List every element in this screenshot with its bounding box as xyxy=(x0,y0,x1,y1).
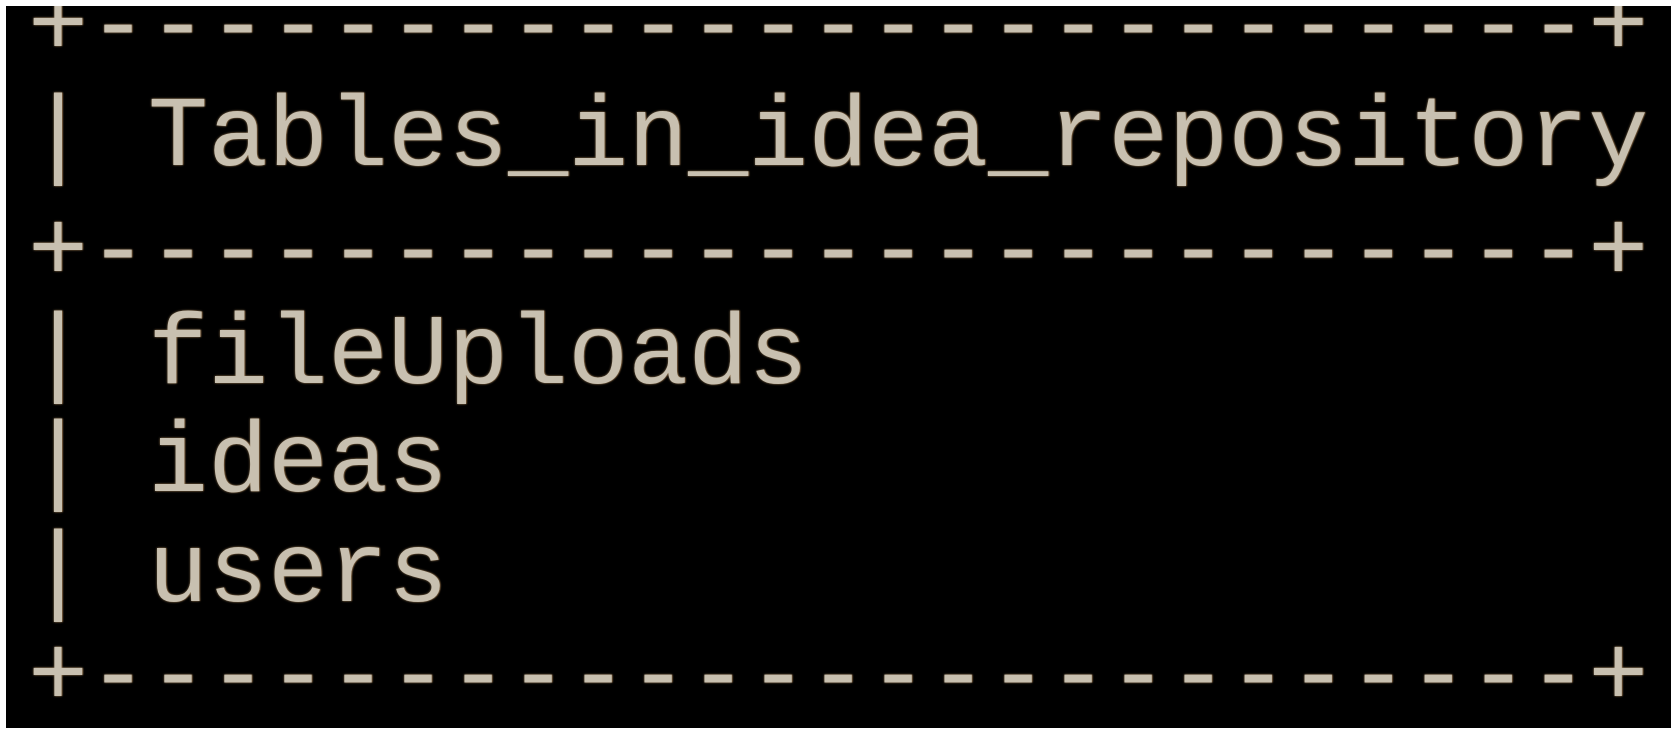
table-border-bottom: +-------------------------+ xyxy=(28,623,1649,729)
table-header-row: | Tables_in_idea_repository | xyxy=(28,83,1671,196)
table-row: | ideas | xyxy=(28,409,1671,522)
table-border-top: +-------------------------+ xyxy=(28,6,1649,86)
table-row: | users | xyxy=(28,519,1671,632)
table-row: | fileUploads | xyxy=(28,301,1671,414)
table-border-mid: +-------------------------+ xyxy=(28,198,1649,311)
terminal-window: +-------------------------+ | Tables_in_… xyxy=(6,6,1671,728)
